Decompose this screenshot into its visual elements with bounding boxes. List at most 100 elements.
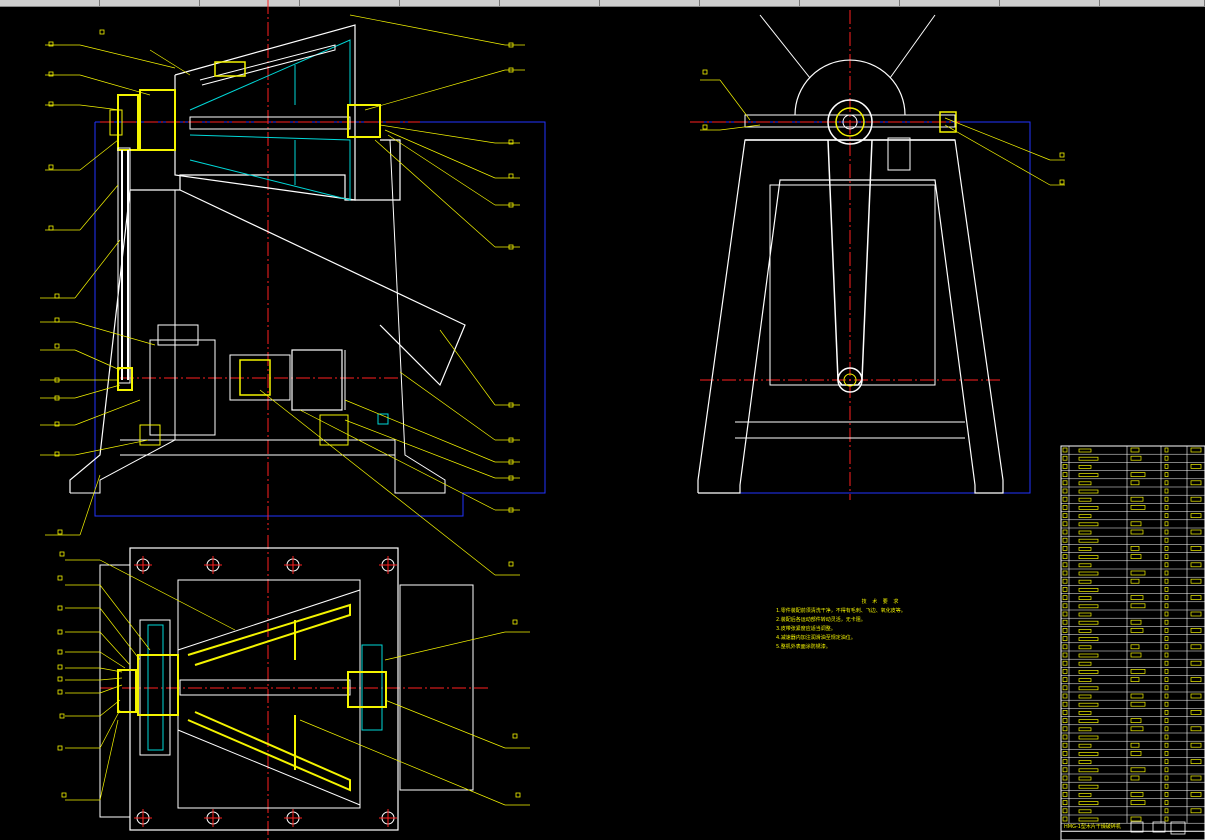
- part-number-balloon: [702, 69, 708, 75]
- bom-item-material: [1164, 742, 1169, 748]
- bom-item-qty: [1130, 529, 1144, 535]
- part-number-balloon: [515, 792, 521, 798]
- bom-item-number: [1062, 726, 1068, 732]
- bom-item-material: [1164, 652, 1169, 658]
- bom-item-qty: [1130, 578, 1140, 584]
- title-block-text: HMG-1型木片干燥破碎机: [1064, 824, 1121, 830]
- leader-line: [299, 409, 496, 511]
- bom-item-qty: [1130, 505, 1146, 510]
- part-number-balloon: [508, 561, 514, 567]
- bom-item-material: [1164, 496, 1169, 502]
- bom-item-material: [1164, 726, 1169, 732]
- front-view-frame: [94, 121, 546, 517]
- bom-item-remark: [1190, 496, 1202, 502]
- technical-note-line: 5.整机外表面涂防锈漆。: [776, 644, 831, 650]
- bom-item-name: [1078, 481, 1092, 486]
- bom-item-material: [1164, 636, 1169, 641]
- technical-note-line: 3.皮带张紧度应适当调整。: [776, 626, 836, 632]
- bom-item-number: [1062, 759, 1068, 764]
- side-inner-panel: [769, 184, 936, 386]
- view-frames: [94, 121, 1031, 517]
- bom-item-remark: [1190, 628, 1202, 633]
- bom-item-name: [1078, 588, 1099, 592]
- leader-line: [74, 349, 121, 371]
- bom-item-name: [1078, 711, 1092, 715]
- bom-item-material: [1164, 619, 1169, 625]
- parts-list-table[interactable]: [1060, 445, 1205, 840]
- gear-reducer-cap: [157, 324, 199, 346]
- bom-item-material: [1164, 537, 1169, 543]
- leader-line: [384, 129, 496, 179]
- leader-line: [74, 384, 121, 399]
- bom-item-material: [1164, 546, 1169, 551]
- bom-item-name: [1078, 653, 1099, 658]
- leader-line: [99, 709, 121, 749]
- bom-item-material: [1164, 578, 1169, 584]
- top-right-bearing-housing: [347, 671, 387, 708]
- part-number-balloon: [57, 689, 63, 695]
- part-number-balloon: [99, 29, 105, 35]
- leader-line: [344, 399, 496, 463]
- part-number-balloon: [57, 575, 63, 581]
- bom-item-remark: [1190, 513, 1202, 518]
- electric-motor-body: [291, 349, 343, 411]
- bom-item-material: [1164, 554, 1169, 559]
- leader-line: [384, 631, 506, 661]
- bom-item-number: [1062, 816, 1068, 822]
- bom-item-name: [1078, 793, 1092, 797]
- bom-item-qty: [1130, 546, 1140, 551]
- left-bearing-housing: [139, 89, 176, 151]
- bom-item-qty: [1130, 447, 1140, 453]
- bom-item-material: [1164, 447, 1169, 453]
- leader-line: [387, 134, 496, 206]
- cad-drawing-canvas[interactable]: [0, 0, 1205, 840]
- part-number-balloon: [508, 173, 514, 179]
- leader-line: [349, 14, 506, 46]
- rotor-hidden-outline: [189, 134, 351, 201]
- bom-item-name: [1078, 473, 1099, 477]
- bom-item-remark: [1190, 447, 1202, 453]
- bom-item-number: [1062, 480, 1068, 486]
- bom-item-number: [1062, 669, 1068, 674]
- bom-item-number: [1062, 734, 1068, 740]
- rotor-hidden-outline: [189, 39, 351, 111]
- bom-item-qty: [1130, 570, 1146, 576]
- part-number-balloon: [54, 343, 60, 349]
- bom-item-material: [1164, 783, 1169, 789]
- part-number-balloon: [61, 792, 67, 798]
- top-left-bearing-housing: [137, 654, 179, 716]
- bom-item-number: [1062, 455, 1068, 461]
- bom-item-name: [1078, 719, 1099, 723]
- bom-item-qty: [1130, 726, 1144, 732]
- bom-item-qty: [1130, 677, 1140, 682]
- bom-item-name: [1078, 743, 1092, 748]
- discharge-chute-outline: [179, 189, 466, 387]
- leader-line: [79, 139, 119, 171]
- part-number-balloon: [57, 605, 63, 611]
- bom-item-number: [1062, 775, 1068, 781]
- bom-item-qty: [1130, 480, 1140, 486]
- leader-line: [79, 184, 119, 231]
- bom-item-remark: [1190, 693, 1202, 699]
- leader-line: [79, 474, 101, 536]
- bom-item-name: [1078, 596, 1092, 600]
- part-number-balloon: [57, 745, 63, 751]
- bom-item-name: [1078, 547, 1092, 551]
- bom-item-name: [1078, 702, 1099, 707]
- leader-line: [344, 419, 496, 479]
- part-number-balloon: [59, 713, 65, 719]
- top-drive-pulley: [117, 669, 137, 713]
- side-hopper-edge-right: [889, 14, 936, 79]
- bom-item-number: [1062, 505, 1068, 510]
- bom-item-name: [1078, 489, 1099, 494]
- bom-item-name: [1078, 776, 1092, 781]
- top-section-view[interactable]: [99, 547, 474, 831]
- bom-item-name: [1078, 563, 1092, 568]
- bom-item-qty: [1130, 792, 1144, 797]
- bom-item-number: [1062, 792, 1068, 797]
- bom-item-remark: [1190, 775, 1202, 781]
- bom-item-remark: [1190, 546, 1202, 551]
- bom-item-material: [1164, 685, 1169, 691]
- bom-item-name: [1078, 678, 1092, 682]
- bom-item-number: [1062, 636, 1068, 641]
